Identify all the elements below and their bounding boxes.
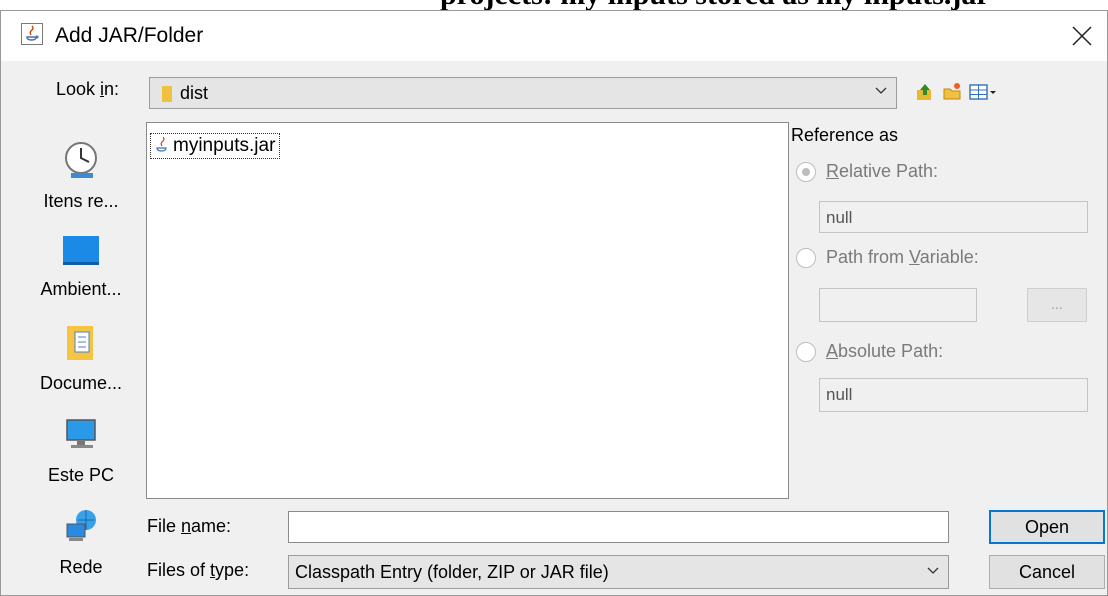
place-desktop[interactable]: Ambient... bbox=[21, 232, 141, 300]
file-list[interactable]: myinputs.jar bbox=[146, 122, 789, 499]
recent-items-icon bbox=[65, 142, 97, 178]
jar-file-icon bbox=[155, 136, 169, 156]
look-in-combo[interactable]: dist bbox=[149, 77, 897, 109]
folder-icon bbox=[162, 86, 172, 102]
computer-icon bbox=[66, 419, 96, 448]
relative-path-label: Relative Path: bbox=[826, 161, 939, 181]
background-document: projects: my inputs stored as my inputs.… bbox=[0, 0, 1108, 10]
places-bar: Itens re... Ambient... Docume... Este PC… bbox=[21, 120, 141, 590]
add-jar-folder-dialog: Add JAR/Folder Look in: dist Itens re...… bbox=[0, 10, 1108, 596]
window-title: Add JAR/Folder bbox=[55, 24, 204, 47]
files-of-type-combo[interactable]: Classpath Entry (folder, ZIP or JAR file… bbox=[288, 555, 949, 589]
radio-unselected-icon bbox=[796, 341, 816, 362]
reference-as-label: Reference as bbox=[791, 125, 899, 145]
file-name-label: File name: bbox=[147, 516, 232, 536]
close-button[interactable] bbox=[1057, 11, 1107, 61]
absolute-path-label: Absolute Path: bbox=[826, 341, 944, 361]
relative-path-radio[interactable]: Relative Path: bbox=[796, 161, 938, 182]
radio-selected-icon bbox=[796, 161, 816, 182]
relative-path-field[interactable]: null bbox=[819, 201, 1088, 233]
place-documents[interactable]: Docume... bbox=[21, 322, 141, 394]
files-of-type-label: Files of type: bbox=[147, 560, 250, 580]
view-menu-button[interactable] bbox=[967, 81, 1001, 103]
close-icon bbox=[1072, 26, 1092, 46]
new-folder-button[interactable] bbox=[941, 81, 963, 103]
absolute-path-radio[interactable]: Absolute Path: bbox=[796, 341, 943, 362]
chevron-down-icon bbox=[874, 83, 888, 102]
look-in-value: dist bbox=[180, 83, 209, 103]
up-one-level-button[interactable] bbox=[914, 81, 936, 103]
absolute-path-field[interactable]: null bbox=[819, 378, 1088, 412]
file-name-input[interactable] bbox=[288, 511, 949, 543]
java-app-icon bbox=[21, 23, 43, 45]
list-view-icon bbox=[969, 84, 996, 100]
background-text: projects: my inputs stored as my inputs.… bbox=[440, 0, 990, 10]
place-recent-items[interactable]: Itens re... bbox=[21, 140, 141, 212]
open-button[interactable]: Open bbox=[989, 510, 1105, 544]
network-icon bbox=[66, 510, 96, 541]
browse-variable-button[interactable]: ... bbox=[1027, 288, 1087, 322]
list-item[interactable]: myinputs.jar bbox=[150, 133, 281, 159]
up-folder-icon bbox=[917, 84, 931, 100]
files-of-type-value: Classpath Entry (folder, ZIP or JAR file… bbox=[295, 562, 609, 582]
place-network[interactable]: Rede bbox=[21, 506, 141, 578]
title-bar: Add JAR/Folder bbox=[1, 11, 1107, 61]
desktop-icon bbox=[63, 236, 99, 265]
path-from-variable-label: Path from Variable: bbox=[826, 247, 979, 267]
file-name: myinputs.jar bbox=[173, 135, 276, 156]
place-this-pc[interactable]: Este PC bbox=[21, 414, 141, 486]
variable-path-field[interactable] bbox=[819, 288, 977, 322]
cancel-button[interactable]: Cancel bbox=[989, 555, 1105, 589]
new-folder-icon bbox=[943, 83, 961, 100]
look-in-label: Look in: bbox=[56, 79, 120, 99]
documents-icon bbox=[67, 326, 93, 360]
path-from-variable-radio[interactable]: Path from Variable: bbox=[796, 247, 979, 268]
radio-unselected-icon bbox=[796, 247, 816, 268]
chevron-down-icon bbox=[926, 563, 940, 582]
